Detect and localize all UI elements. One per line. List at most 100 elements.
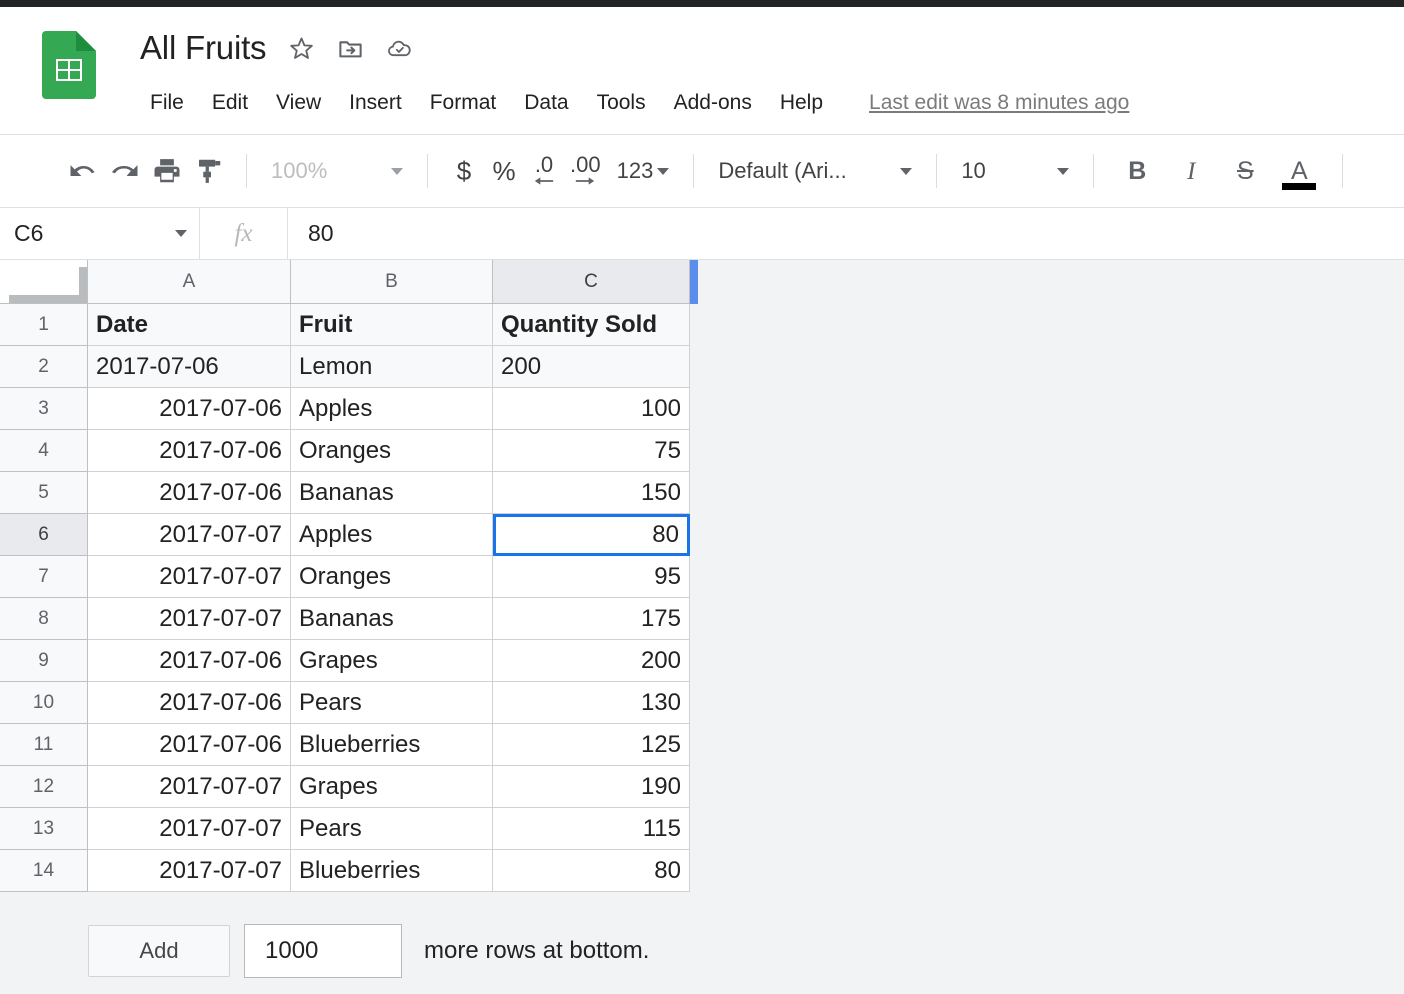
print-icon[interactable] xyxy=(146,149,188,193)
cell-c5[interactable]: 150 xyxy=(493,472,690,514)
zoom-level-dropdown[interactable]: 100% xyxy=(263,149,411,193)
cell-a8[interactable]: 2017-07-07 xyxy=(88,598,291,640)
cell-a2[interactable]: 2017-07-06 xyxy=(88,346,291,388)
row-header-2[interactable]: 2 xyxy=(0,346,88,388)
number-format-dropdown[interactable]: 123 xyxy=(607,149,678,193)
cell-a11[interactable]: 2017-07-06 xyxy=(88,724,291,766)
cell-b2[interactable]: Lemon xyxy=(291,346,493,388)
percent-format-button[interactable]: % xyxy=(484,149,524,193)
row-header-5[interactable]: 5 xyxy=(0,472,88,514)
menu-edit[interactable]: Edit xyxy=(198,89,262,117)
toolbar: 100% $ % .0 .00 123 Default (Ari... 10 B… xyxy=(0,135,1404,208)
row-header-13[interactable]: 13 xyxy=(0,808,88,850)
cell-a7[interactable]: 2017-07-07 xyxy=(88,556,291,598)
row-header-12[interactable]: 12 xyxy=(0,766,88,808)
cell-a3[interactable]: 2017-07-06 xyxy=(88,388,291,430)
cell-b13[interactable]: Pears xyxy=(291,808,493,850)
cell-c14[interactable]: 80 xyxy=(493,850,690,892)
cell-c13[interactable]: 115 xyxy=(493,808,690,850)
cell-b3[interactable]: Apples xyxy=(291,388,493,430)
cell-b14[interactable]: Blueberries xyxy=(291,850,493,892)
paint-format-icon[interactable] xyxy=(188,149,230,193)
document-title[interactable]: All Fruits xyxy=(140,29,267,67)
column-header-a[interactable]: A xyxy=(88,260,291,304)
column-header-c[interactable]: C xyxy=(493,260,690,304)
column-header-b[interactable]: B xyxy=(291,260,493,304)
cell-b11[interactable]: Blueberries xyxy=(291,724,493,766)
sheets-logo-icon[interactable] xyxy=(42,31,96,99)
cell-a12[interactable]: 2017-07-07 xyxy=(88,766,291,808)
cell-b6[interactable]: Apples xyxy=(291,514,493,556)
move-to-folder-icon[interactable] xyxy=(337,35,364,62)
cell-c12[interactable]: 190 xyxy=(493,766,690,808)
cell-b9[interactable]: Grapes xyxy=(291,640,493,682)
cell-c8[interactable]: 175 xyxy=(493,598,690,640)
cell-c7[interactable]: 95 xyxy=(493,556,690,598)
bold-button[interactable]: B xyxy=(1110,157,1164,186)
formula-input[interactable]: 80 xyxy=(288,208,1404,259)
strikethrough-button[interactable]: S xyxy=(1218,157,1272,186)
cell-c2[interactable]: 200 xyxy=(493,346,690,388)
menu-add-ons[interactable]: Add-ons xyxy=(660,89,766,117)
menu-help[interactable]: Help xyxy=(766,89,837,117)
row-header-10[interactable]: 10 xyxy=(0,682,88,724)
last-edit-link[interactable]: Last edit was 8 minutes ago xyxy=(869,91,1129,115)
menu-file[interactable]: File xyxy=(136,89,198,117)
toolbar-divider-6 xyxy=(1342,154,1344,188)
cell-c6[interactable]: 80 xyxy=(493,514,690,556)
row-header-9[interactable]: 9 xyxy=(0,640,88,682)
undo-icon[interactable] xyxy=(62,149,104,193)
font-family-dropdown[interactable]: Default (Ari... xyxy=(710,149,920,193)
cell-b7[interactable]: Oranges xyxy=(291,556,493,598)
text-color-button[interactable]: A xyxy=(1272,157,1326,190)
cell-a13[interactable]: 2017-07-07 xyxy=(88,808,291,850)
menu-insert[interactable]: Insert xyxy=(335,89,416,117)
cell-c1[interactable]: Quantity Sold xyxy=(493,304,690,346)
cell-a10[interactable]: 2017-07-06 xyxy=(88,682,291,724)
row-header-8[interactable]: 8 xyxy=(0,598,88,640)
italic-button[interactable]: I xyxy=(1164,157,1218,186)
cell-b8[interactable]: Bananas xyxy=(291,598,493,640)
cell-a1[interactable]: Date xyxy=(88,304,291,346)
cell-c3[interactable]: 100 xyxy=(493,388,690,430)
font-size-dropdown[interactable]: 10 xyxy=(953,149,1077,193)
title-row: All Fruits xyxy=(140,29,413,67)
cell-a9[interactable]: 2017-07-06 xyxy=(88,640,291,682)
cell-a14[interactable]: 2017-07-07 xyxy=(88,850,291,892)
increase-decimal-button[interactable]: .00 xyxy=(564,149,607,193)
cell-b5[interactable]: Bananas xyxy=(291,472,493,514)
select-all-corner[interactable] xyxy=(0,260,88,304)
menu-format[interactable]: Format xyxy=(416,89,511,117)
menu-view[interactable]: View xyxy=(262,89,335,117)
cell-b4[interactable]: Oranges xyxy=(291,430,493,472)
cell-a6[interactable]: 2017-07-07 xyxy=(88,514,291,556)
cell-c4[interactable]: 75 xyxy=(493,430,690,472)
cell-a5[interactable]: 2017-07-06 xyxy=(88,472,291,514)
name-box[interactable]: C6 xyxy=(0,208,200,259)
cell-b1[interactable]: Fruit xyxy=(291,304,493,346)
decrease-decimal-button[interactable]: .0 xyxy=(524,149,564,193)
row-header-3[interactable]: 3 xyxy=(0,388,88,430)
cell-b12[interactable]: Grapes xyxy=(291,766,493,808)
row-header-1[interactable]: 1 xyxy=(0,304,88,346)
star-icon[interactable] xyxy=(288,35,315,62)
menu-data[interactable]: Data xyxy=(510,89,582,117)
row-header-11[interactable]: 11 xyxy=(0,724,88,766)
cell-c9[interactable]: 200 xyxy=(493,640,690,682)
cell-c11[interactable]: 125 xyxy=(493,724,690,766)
row-header-14[interactable]: 14 xyxy=(0,850,88,892)
row-header-4[interactable]: 4 xyxy=(0,430,88,472)
redo-icon[interactable] xyxy=(104,149,146,193)
cell-b10[interactable]: Pears xyxy=(291,682,493,724)
row-header-7[interactable]: 7 xyxy=(0,556,88,598)
font-family-value: Default (Ari... xyxy=(718,158,847,183)
add-rows-button[interactable]: Add xyxy=(88,925,230,977)
currency-format-button[interactable]: $ xyxy=(444,149,484,193)
cloud-saved-icon[interactable] xyxy=(386,35,413,62)
cell-c10[interactable]: 130 xyxy=(493,682,690,724)
column-end-marker xyxy=(690,260,698,304)
menu-tools[interactable]: Tools xyxy=(583,89,660,117)
add-rows-count-input[interactable]: 1000 xyxy=(244,924,402,978)
row-header-6[interactable]: 6 xyxy=(0,514,88,556)
cell-a4[interactable]: 2017-07-06 xyxy=(88,430,291,472)
